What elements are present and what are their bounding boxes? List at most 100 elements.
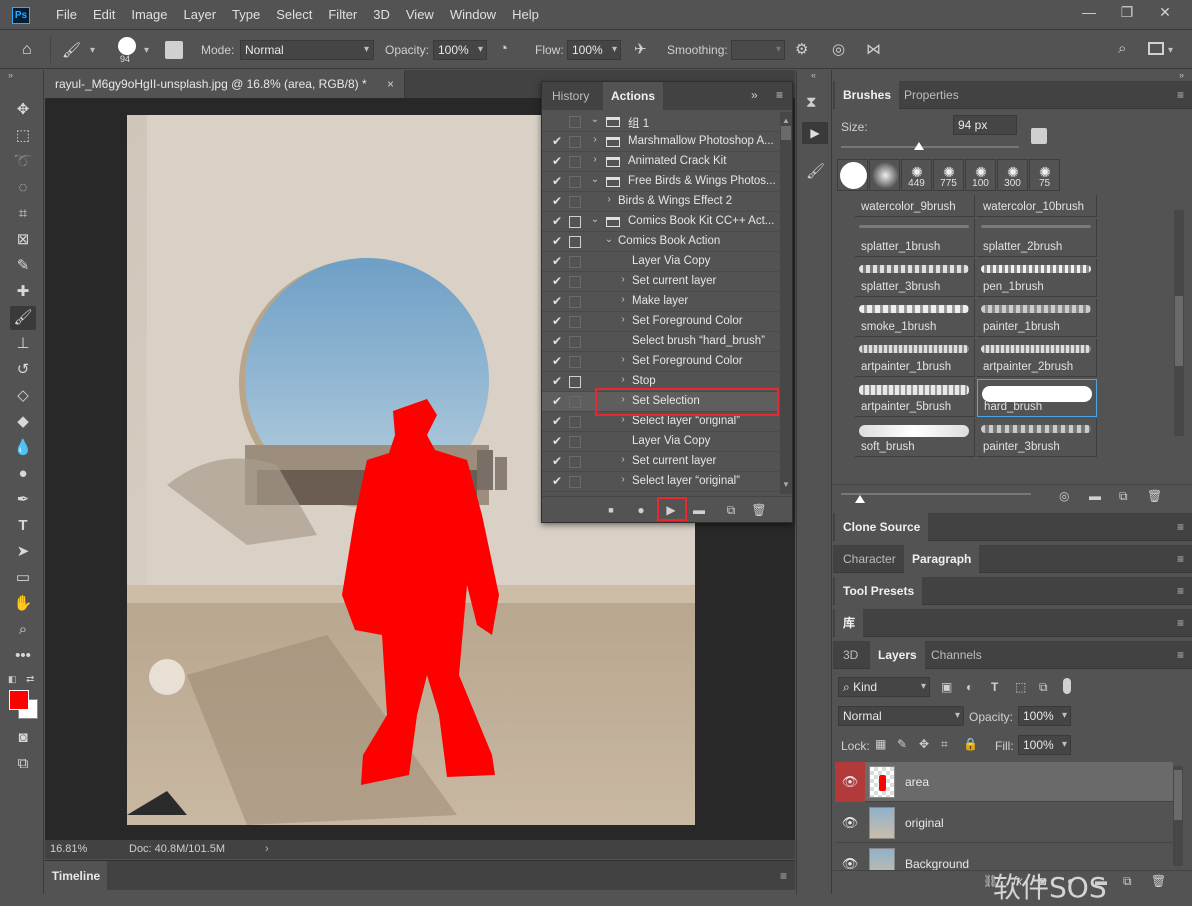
action-row[interactable]: ✔ ⌄ Comics Book Action — [542, 232, 779, 252]
brush-tool-icon[interactable]: 🖌 — [62, 41, 81, 59]
collapse-chevron-icon[interactable]: ⌄ — [590, 114, 600, 125]
lock-position-icon[interactable]: ✥ — [919, 737, 929, 751]
history-brush-tool-icon[interactable]: ↺ — [10, 358, 36, 382]
toggle-item-checkbox[interactable]: ✔ — [550, 454, 564, 470]
brush-preset[interactable] — [837, 159, 868, 191]
clone-source-menu-icon[interactable]: ≡ — [1177, 520, 1184, 534]
toggle-dialog-checkbox[interactable] — [569, 416, 581, 428]
toggle-dialog-checkbox[interactable] — [569, 376, 581, 388]
toggle-item-checkbox[interactable]: ✔ — [550, 194, 564, 210]
toggle-dialog-checkbox[interactable] — [569, 196, 581, 208]
brush-scroll-thumb[interactable] — [1175, 296, 1183, 366]
tab-brushes[interactable]: Brushes — [835, 81, 900, 109]
marquee-tool-icon[interactable]: ⬚ — [10, 124, 36, 148]
brushes-menu-icon[interactable]: ≡ — [1177, 88, 1184, 102]
toggle-item-checkbox[interactable]: ✔ — [550, 314, 564, 330]
toggle-item-checkbox[interactable]: ✔ — [550, 394, 564, 410]
brush-settings-panel-icon[interactable]: 🖌 — [806, 162, 825, 180]
brush-item[interactable]: artpainter_1brush — [855, 339, 975, 377]
toggle-dialog-checkbox[interactable] — [569, 476, 581, 488]
library-menu-icon[interactable]: ≡ — [1177, 616, 1184, 630]
menu-view[interactable]: View — [398, 0, 442, 30]
filter-pixel-icon[interactable]: ▣ — [941, 680, 952, 694]
tab-library[interactable]: 库 — [835, 609, 864, 637]
lasso-tool-icon[interactable]: ➰ — [10, 150, 36, 174]
dodge-tool-icon[interactable]: ● — [10, 462, 36, 486]
toggle-item-checkbox[interactable]: ✔ — [550, 234, 564, 250]
blur-tool-icon[interactable]: 💧 — [10, 436, 36, 460]
toggle-dialog-checkbox[interactable] — [569, 256, 581, 268]
lock-image-icon[interactable]: ✎ — [897, 737, 907, 751]
menu-help[interactable]: Help — [504, 0, 547, 30]
mode-select[interactable]: Normal ▾ — [240, 40, 374, 60]
brush-scrollbar[interactable] — [1174, 210, 1184, 436]
search-icon[interactable]: ⌕ — [1118, 40, 1126, 57]
group-folder-icon[interactable]: ▬ — [1095, 874, 1107, 888]
new-brush-icon[interactable] — [1031, 128, 1047, 144]
delete-brush-icon[interactable]: 🗑 — [1147, 489, 1162, 503]
brush-item[interactable]: splatter_1brush — [855, 219, 975, 257]
filter-smart-object-icon[interactable]: ⧉ — [1039, 680, 1048, 695]
eraser-tool-icon[interactable]: ◇ — [10, 384, 36, 408]
tab-history[interactable]: History — [544, 82, 597, 110]
toggle-dialog-checkbox[interactable] — [569, 296, 581, 308]
collapse-chevron-icon[interactable]: ⌄ — [590, 174, 600, 185]
filter-toggle-icon[interactable] — [1063, 678, 1071, 694]
restore-icon[interactable]: ❐ — [1108, 0, 1146, 26]
menu-select[interactable]: Select — [268, 0, 320, 30]
tab-actions[interactable]: Actions — [603, 82, 664, 110]
layer-opacity-input[interactable]: 100% ▾ — [1018, 706, 1071, 726]
toggle-dialog-checkbox[interactable] — [569, 316, 581, 328]
filter-adjustment-icon[interactable]: ◐ — [966, 680, 973, 694]
visibility-eye-icon[interactable]: 👁 — [835, 762, 865, 802]
tab-3d[interactable]: 3D — [835, 641, 866, 669]
crop-tool-icon[interactable]: ⌗ — [10, 202, 36, 226]
brush-preset[interactable]: ✺ 449 — [901, 159, 932, 191]
tab-layers[interactable]: Layers — [870, 641, 925, 669]
menu-type[interactable]: Type — [224, 0, 268, 30]
action-row[interactable]: ✔ › Birds & Wings Effect 2 — [542, 192, 779, 212]
brush-picker-chevron-icon[interactable]: ▾ — [144, 45, 149, 56]
quick-mask-icon[interactable]: ◙ — [10, 726, 36, 750]
toggle-item-checkbox[interactable]: ✔ — [550, 414, 564, 430]
menu-edit[interactable]: Edit — [85, 0, 123, 30]
menu-3d[interactable]: 3D — [365, 0, 398, 30]
brush-preset[interactable]: ✺ 75 — [1029, 159, 1060, 191]
tab-properties[interactable]: Properties — [896, 81, 967, 109]
brush-folder-icon[interactable]: ▬ — [1089, 489, 1101, 503]
toggle-item-checkbox[interactable]: ✔ — [550, 254, 564, 270]
flow-input[interactable]: 100% ▾ — [567, 40, 621, 60]
tab-channels[interactable]: Channels — [923, 641, 990, 669]
brush-item[interactable]: splatter_2brush — [977, 219, 1097, 257]
action-row[interactable]: ✔ ⌄ Free Birds & Wings Photos... — [542, 172, 779, 192]
toggle-item-checkbox[interactable]: ✔ — [550, 434, 564, 450]
expand-chevron-icon[interactable]: › — [618, 314, 628, 325]
history-panel-icon[interactable]: ⧗ — [806, 94, 817, 111]
toggle-item-checkbox[interactable]: ✔ — [550, 174, 564, 190]
toggle-item-checkbox[interactable]: ✔ — [550, 134, 564, 150]
rectangle-tool-icon[interactable]: ▭ — [10, 566, 36, 590]
brush-item[interactable]: painter_1brush — [977, 299, 1097, 337]
foreground-color-swatch[interactable] — [9, 690, 29, 710]
toggle-dialog-checkbox[interactable] — [569, 336, 581, 348]
smoothing-input[interactable]: ▾ — [731, 40, 785, 60]
quick-selection-tool-icon[interactable]: ◌ — [10, 176, 36, 200]
toggle-dialog-checkbox[interactable] — [569, 176, 581, 188]
brush-tool-icon[interactable]: 🖌 — [10, 306, 36, 330]
toggle-dialog-checkbox[interactable] — [569, 216, 581, 228]
toggle-dialog-checkbox[interactable] — [569, 436, 581, 448]
size-slider-track[interactable] — [841, 146, 1019, 148]
fx-icon[interactable]: fx — [1013, 874, 1022, 888]
new-set-folder-icon[interactable]: ▬ — [688, 501, 710, 519]
actions-panel-icon[interactable]: ▶ — [802, 122, 828, 144]
link-layers-icon[interactable]: ⛓ — [983, 874, 998, 888]
photoshop-logo[interactable]: Ps — [12, 7, 30, 24]
toggle-item-checkbox[interactable] — [550, 114, 564, 130]
collapse-chevron-icon[interactable]: ⌄ — [590, 214, 600, 225]
tab-tool-presets[interactable]: Tool Presets — [835, 577, 923, 605]
swap-colors-icon[interactable]: ⇄ — [26, 674, 34, 685]
brush-item[interactable]: artpainter_2brush — [977, 339, 1097, 377]
toggle-item-checkbox[interactable]: ✔ — [550, 474, 564, 490]
new-action-icon[interactable]: ⧉ — [720, 501, 742, 519]
action-row[interactable]: ✔ › Select layer “original” — [542, 472, 779, 492]
